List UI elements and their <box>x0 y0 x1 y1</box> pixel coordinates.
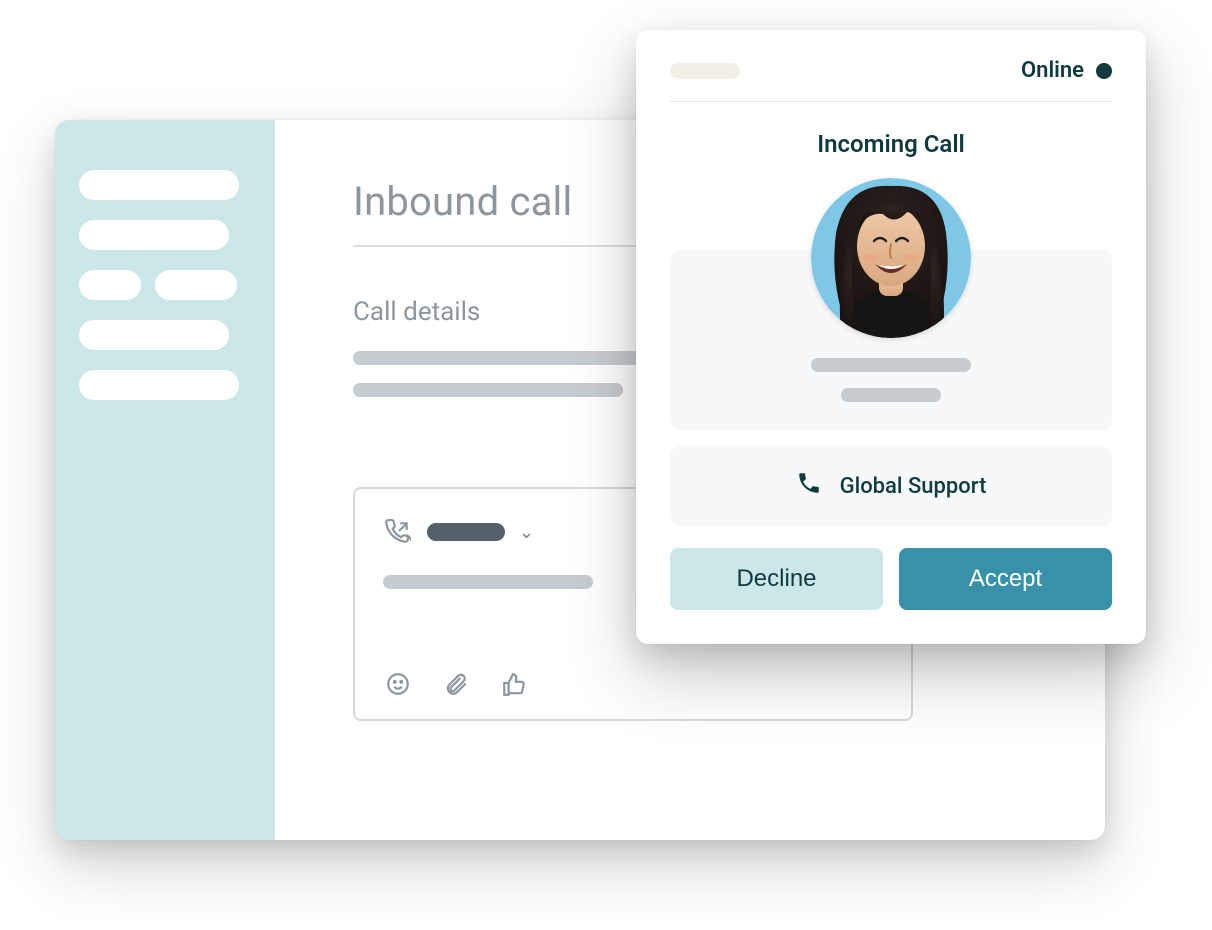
incoming-call-label: Incoming Call <box>670 130 1112 158</box>
detail-placeholder <box>353 383 623 397</box>
chevron-down-icon[interactable]: ⌄ <box>519 522 534 543</box>
support-queue-label: Global Support <box>840 474 987 499</box>
thumbs-up-icon[interactable] <box>499 669 529 699</box>
note-placeholder <box>383 575 593 589</box>
sidebar-item[interactable] <box>79 220 229 250</box>
emoji-icon[interactable] <box>383 669 413 699</box>
caller-name-placeholder <box>811 358 971 372</box>
accept-button[interactable]: Accept <box>899 548 1112 610</box>
caller-detail-placeholder <box>841 388 941 402</box>
status-text: Online <box>1021 58 1084 83</box>
caller-avatar <box>811 178 971 338</box>
presence-status[interactable]: Online <box>1021 58 1112 83</box>
support-queue-card: Global Support <box>670 446 1112 526</box>
decline-button[interactable]: Decline <box>670 548 883 610</box>
status-dot-icon <box>1096 63 1112 79</box>
sidebar-item[interactable] <box>79 270 141 300</box>
brand-chip <box>670 63 740 79</box>
sidebar-item[interactable] <box>79 370 239 400</box>
attachment-icon[interactable] <box>441 669 471 699</box>
outgoing-call-icon <box>383 517 413 547</box>
sidebar-item[interactable] <box>155 270 237 300</box>
incoming-call-panel: Online Incoming Call <box>636 30 1146 644</box>
call-tag-chip[interactable] <box>427 523 505 541</box>
sidebar-item[interactable] <box>79 320 229 350</box>
phone-icon <box>796 470 822 502</box>
sidebar-item[interactable] <box>79 170 239 200</box>
sidebar <box>55 120 275 840</box>
